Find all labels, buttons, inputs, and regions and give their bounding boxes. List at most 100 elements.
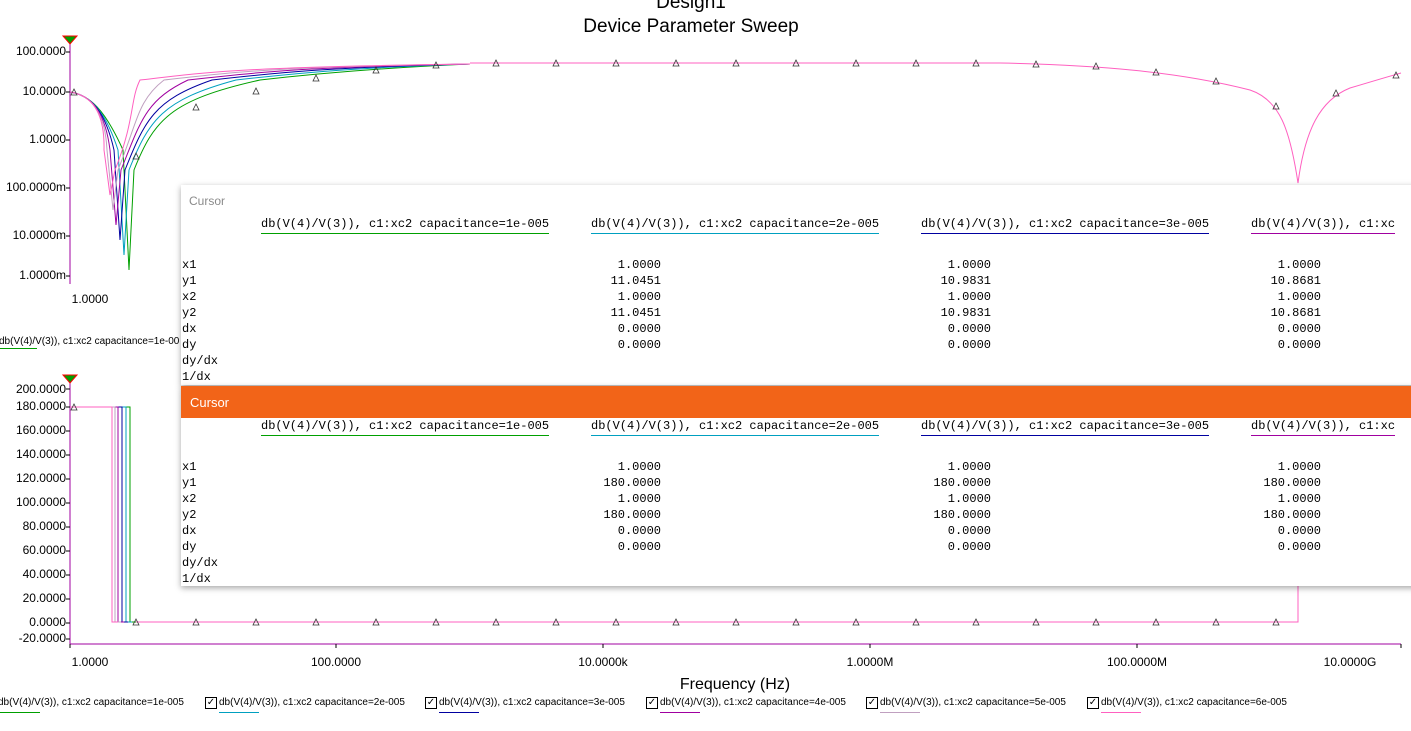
legend-checkbox[interactable]: ✓ xyxy=(646,697,658,709)
bottom-xtick: 100.0000M xyxy=(1106,655,1168,669)
legend-item[interactable]: ✓ db(V(4)/V(3)), c1:xc2 capacitance=4e-00… xyxy=(646,697,846,715)
legend-item[interactable]: ✓ db(V(4)/V(3)), c1:xc2 capacitance=3e-00… xyxy=(425,697,625,715)
legend-label: db(V(4)/V(3)), c1:xc2 capacitance=3e-005 xyxy=(439,697,625,708)
cursor-value: 1.0000 xyxy=(617,290,661,304)
top-ytick: 10.0000 xyxy=(22,84,66,98)
top-axis-marker xyxy=(61,35,79,45)
cursor-row-label: x2 xyxy=(182,492,197,506)
cursor-titlebar[interactable]: Cursor xyxy=(181,185,1411,215)
top-ytick: 1.0000m xyxy=(19,268,66,282)
cursor-row-label: dy xyxy=(182,338,197,352)
cursor-titlebar[interactable]: Cursor xyxy=(181,386,1411,418)
cursor-row-label: dy xyxy=(182,540,197,554)
cursor-value: 11.0451 xyxy=(610,306,661,320)
legend-checkbox[interactable]: ✓ xyxy=(425,697,437,709)
top-legend-label: db(V(4)/V(3)), c1:xc2 capacitance=1e-00 xyxy=(0,336,180,347)
cursor-value: 0.0000 xyxy=(1277,524,1321,538)
top-ytick: 100.0000m xyxy=(5,180,66,194)
legend-item[interactable]: db(V(4)/V(3)), c1:xc2 capacitance=1e-005 xyxy=(0,697,184,715)
cursor-column-header: db(V(4)/V(3)), c1:xc xyxy=(1251,419,1396,436)
bottom-xtick: 100.0000 xyxy=(310,655,362,669)
cursor-value: 0.0000 xyxy=(947,540,991,554)
bottom-ytick: -20.0000 xyxy=(18,631,66,645)
magnitude-marker xyxy=(1332,89,1340,97)
legend-swatch xyxy=(0,712,40,713)
cursor-row-label: y1 xyxy=(182,274,197,288)
magnitude-series-line xyxy=(69,63,471,196)
legend-item[interactable]: ✓ db(V(4)/V(3)), c1:xc2 capacitance=5e-00… xyxy=(866,697,1066,715)
phase-series-line xyxy=(70,406,132,623)
cursor-column-header: db(V(4)/V(3)), c1:xc2 capacitance=1e-005 xyxy=(261,419,550,436)
cursor-value: 1.0000 xyxy=(947,460,991,474)
legend-checkbox[interactable]: ✓ xyxy=(1087,697,1099,709)
legend-swatch xyxy=(660,712,700,713)
phase-series-line xyxy=(70,406,124,623)
cursor-row-label: y2 xyxy=(182,508,197,522)
legend-swatch xyxy=(219,712,259,713)
cursor-value: 10.9831 xyxy=(940,306,991,320)
cursor-window-phase[interactable]: Cursor db(V(4)/V(3)), c1:xc2 capacitance… xyxy=(181,386,1411,586)
cursor-value: 1.0000 xyxy=(1277,460,1321,474)
legend-item[interactable]: ✓ db(V(4)/V(3)), c1:xc2 capacitance=2e-00… xyxy=(205,697,405,715)
bottom-xtick: 10.0000k xyxy=(578,655,628,669)
cursor-value: 0.0000 xyxy=(947,338,991,352)
legend-label: db(V(4)/V(3)), c1:xc2 capacitance=6e-005 xyxy=(1101,697,1287,708)
cursor-value: 11.0451 xyxy=(610,274,661,288)
top-legend-line xyxy=(0,348,37,349)
bottom-ytick: 160.0000 xyxy=(15,423,66,437)
cursor-value: 0.0000 xyxy=(947,524,991,538)
cursor-column-header: db(V(4)/V(3)), c1:xc2 capacitance=3e-005 xyxy=(921,217,1210,234)
cursor-row-label: y1 xyxy=(182,476,197,490)
bottom-ytick: 40.0000 xyxy=(22,567,66,581)
cursor-column-header: db(V(4)/V(3)), c1:xc2 capacitance=2e-005 xyxy=(591,217,880,234)
cursor-value: 0.0000 xyxy=(617,322,661,336)
bottom-ytick: 20.0000 xyxy=(22,591,66,605)
legend-swatch xyxy=(1101,712,1141,713)
cursor-column-header: db(V(4)/V(3)), c1:xc2 capacitance=2e-005 xyxy=(591,419,880,436)
bottom-xtick: 10.0000G xyxy=(1323,655,1377,669)
phase-series-line xyxy=(70,406,128,623)
phase-series-line xyxy=(70,406,121,623)
cursor-value: 180.0000 xyxy=(603,476,661,490)
bottom-ytick: 80.0000 xyxy=(22,519,66,533)
magnitude-series-line-tail xyxy=(470,62,1402,184)
cursor-value: 10.8681 xyxy=(1270,274,1321,288)
cursor-value: 10.8681 xyxy=(1270,306,1321,320)
cursor-row-label: x1 xyxy=(182,460,197,474)
cursor-value: 0.0000 xyxy=(947,322,991,336)
cursor-value: 1.0000 xyxy=(1277,258,1321,272)
cursor-value: 1.0000 xyxy=(617,492,661,506)
legend-label: db(V(4)/V(3)), c1:xc2 capacitance=5e-005 xyxy=(880,697,1066,708)
phase-series-line-tail xyxy=(136,586,1299,623)
cursor-row-label: x1 xyxy=(182,258,197,272)
magnitude-marker xyxy=(252,87,260,95)
cursor-value: 1.0000 xyxy=(617,460,661,474)
bottom-ytick: 120.0000 xyxy=(15,471,66,485)
cursor-row-label: y2 xyxy=(182,306,197,320)
cursor-value: 0.0000 xyxy=(617,338,661,352)
x-axis-label: Frequency (Hz) xyxy=(679,676,791,693)
bottom-ytick: 200.0000 xyxy=(15,382,66,396)
legend-label: db(V(4)/V(3)), c1:xc2 capacitance=4e-005 xyxy=(660,697,846,708)
legend-checkbox[interactable]: ✓ xyxy=(205,697,217,709)
cursor-value: 0.0000 xyxy=(1277,322,1321,336)
magnitude-marker xyxy=(1092,62,1100,70)
magnitude-marker xyxy=(192,103,200,111)
top-ytick: 1.0000 xyxy=(29,132,66,146)
cursor-value: 0.0000 xyxy=(617,524,661,538)
top-ytick: 10.0000m xyxy=(12,228,66,242)
bottom-xtick: 1.0000 xyxy=(71,655,109,669)
legend-label: db(V(4)/V(3)), c1:xc2 capacitance=2e-005 xyxy=(219,697,405,708)
bottom-ytick: 60.0000 xyxy=(22,543,66,557)
cursor-window-magnitude[interactable]: Cursor db(V(4)/V(3)), c1:xc2 capacitance… xyxy=(181,185,1411,385)
bottom-ytick: 0.0000 xyxy=(29,615,66,629)
legend-swatch xyxy=(439,712,479,713)
bottom-xtick: 1.0000M xyxy=(846,655,894,669)
cursor-value: 10.9831 xyxy=(940,274,991,288)
legend-item[interactable]: ✓ db(V(4)/V(3)), c1:xc2 capacitance=6e-00… xyxy=(1087,697,1287,715)
top-legend-partial: db(V(4)/V(3)), c1:xc2 capacitance=1e-00 xyxy=(0,336,180,349)
legend-swatch xyxy=(880,712,920,713)
legend-checkbox[interactable]: ✓ xyxy=(866,697,878,709)
cursor-row-label: dx xyxy=(182,322,197,336)
bottom-ytick: 100.0000 xyxy=(15,495,66,509)
